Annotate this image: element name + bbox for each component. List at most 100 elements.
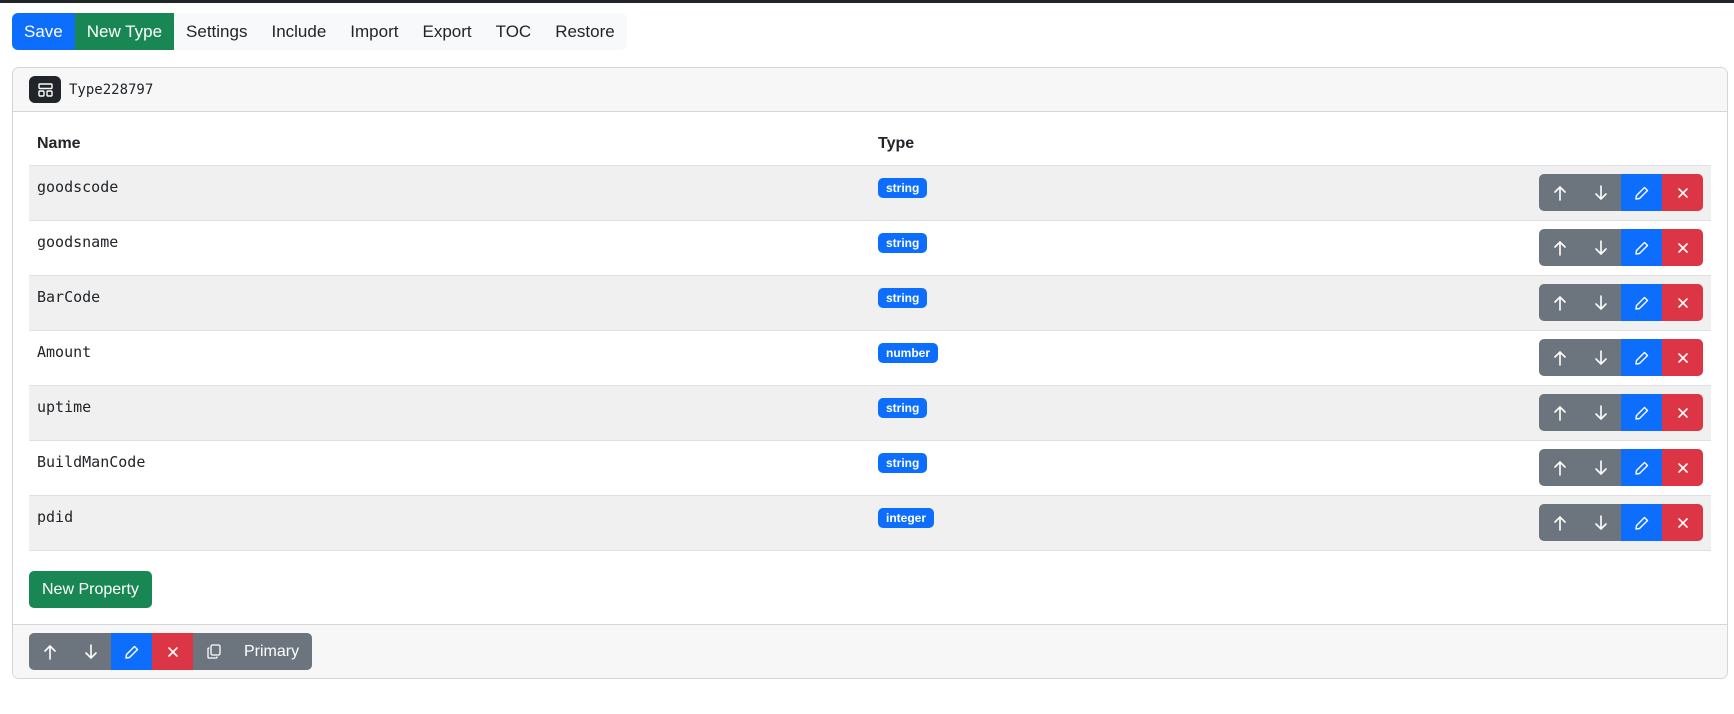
arrow-down-icon (1594, 239, 1607, 255)
property-name: pdid (37, 508, 74, 526)
move-up-button[interactable] (1539, 449, 1580, 486)
delete-property-button[interactable] (1662, 394, 1703, 431)
move-up-button[interactable] (1539, 504, 1580, 541)
close-icon (167, 646, 178, 657)
table-row: goodsname string (29, 221, 1711, 276)
move-down-button[interactable] (1580, 284, 1621, 321)
property-actions (1539, 394, 1703, 431)
settings-button[interactable]: Settings (174, 13, 259, 50)
move-up-button[interactable] (1539, 339, 1580, 376)
table-row: uptime string (29, 386, 1711, 441)
properties-table: Name Type goodscode string goodsname string… (29, 122, 1711, 551)
pencil-icon (1634, 186, 1648, 200)
save-button[interactable]: Save (12, 13, 75, 50)
arrow-down-icon (1594, 184, 1607, 200)
property-type-badge: string (878, 398, 928, 418)
edit-property-button[interactable] (1621, 339, 1662, 376)
table-header: Name Type (29, 122, 1711, 166)
pencil-icon (1634, 351, 1648, 365)
delete-property-button[interactable] (1662, 229, 1703, 266)
table-row: BuildManCode string (29, 441, 1711, 496)
toc-button[interactable]: TOC (484, 13, 544, 50)
arrow-up-icon (1553, 185, 1566, 201)
move-down-button[interactable] (1580, 339, 1621, 376)
table-row: Amount number (29, 331, 1711, 386)
arrow-up-icon (1553, 295, 1566, 311)
type-card: Type228797 Name Type goodscode string good… (12, 67, 1728, 679)
move-type-up-button[interactable] (29, 633, 70, 670)
close-icon (1677, 242, 1688, 253)
move-up-button[interactable] (1539, 284, 1580, 321)
arrow-up-icon (43, 644, 56, 660)
delete-property-button[interactable] (1662, 339, 1703, 376)
property-name: goodscode (37, 178, 119, 196)
type-actions: Primary (29, 633, 313, 670)
main-toolbar: Save New Type Settings Include Import Ex… (12, 13, 627, 50)
move-down-button[interactable] (1580, 229, 1621, 266)
pencil-icon (1634, 461, 1648, 475)
property-name: uptime (37, 398, 92, 416)
edit-type-button[interactable] (111, 633, 152, 670)
arrow-down-icon (1594, 349, 1607, 365)
arrow-down-icon (1594, 404, 1607, 420)
restore-button[interactable]: Restore (543, 13, 627, 50)
edit-property-button[interactable] (1621, 229, 1662, 266)
primary-button[interactable]: Primary (234, 633, 313, 670)
copy-type-button[interactable] (193, 633, 234, 670)
move-down-button[interactable] (1580, 174, 1621, 211)
layout-icon[interactable] (29, 76, 61, 103)
new-property-button[interactable]: New Property (29, 571, 152, 608)
property-type-badge: string (878, 453, 928, 473)
close-icon (1677, 297, 1688, 308)
move-up-button[interactable] (1539, 394, 1580, 431)
edit-property-button[interactable] (1621, 394, 1662, 431)
edit-property-button[interactable] (1621, 449, 1662, 486)
property-name: BarCode (37, 288, 101, 306)
type-card-footer: Primary (13, 624, 1727, 678)
property-actions (1539, 229, 1703, 266)
table-row: pdid integer (29, 496, 1711, 551)
delete-property-button[interactable] (1662, 284, 1703, 321)
include-button[interactable]: Include (259, 13, 338, 50)
arrow-up-icon (1553, 460, 1566, 476)
edit-property-button[interactable] (1621, 504, 1662, 541)
export-button[interactable]: Export (410, 13, 483, 50)
new-type-button[interactable]: New Type (74, 13, 175, 50)
pencil-icon (1634, 296, 1648, 310)
move-down-button[interactable] (1580, 394, 1621, 431)
arrow-down-icon (1594, 459, 1607, 475)
property-name: goodsname (37, 233, 119, 251)
arrow-up-icon (1553, 405, 1566, 421)
delete-property-button[interactable] (1662, 174, 1703, 211)
arrow-down-icon (1594, 294, 1607, 310)
move-down-button[interactable] (1580, 504, 1621, 541)
move-down-button[interactable] (1580, 449, 1621, 486)
arrow-up-icon (1553, 515, 1566, 531)
delete-property-button[interactable] (1662, 449, 1703, 486)
edit-property-button[interactable] (1621, 174, 1662, 211)
move-up-button[interactable] (1539, 174, 1580, 211)
delete-property-button[interactable] (1662, 504, 1703, 541)
property-actions (1539, 504, 1703, 541)
pencil-icon (1634, 241, 1648, 255)
property-actions (1539, 339, 1703, 376)
arrow-down-icon (1594, 514, 1607, 530)
close-icon (1677, 462, 1688, 473)
property-type-badge: string (878, 178, 928, 198)
property-name: BuildManCode (37, 453, 146, 471)
import-button[interactable]: Import (338, 13, 410, 50)
pencil-icon (124, 645, 138, 659)
top-border (0, 0, 1734, 3)
pencil-icon (1634, 516, 1648, 530)
property-name: Amount (37, 343, 92, 361)
edit-property-button[interactable] (1621, 284, 1662, 321)
table-row: BarCode string (29, 276, 1711, 331)
arrow-up-icon (1553, 240, 1566, 256)
close-icon (1677, 187, 1688, 198)
move-type-down-button[interactable] (70, 633, 111, 670)
delete-type-button[interactable] (152, 633, 193, 670)
table-row: goodscode string (29, 166, 1711, 221)
move-up-button[interactable] (1539, 229, 1580, 266)
close-icon (1677, 407, 1688, 418)
property-type-badge: string (878, 233, 928, 253)
